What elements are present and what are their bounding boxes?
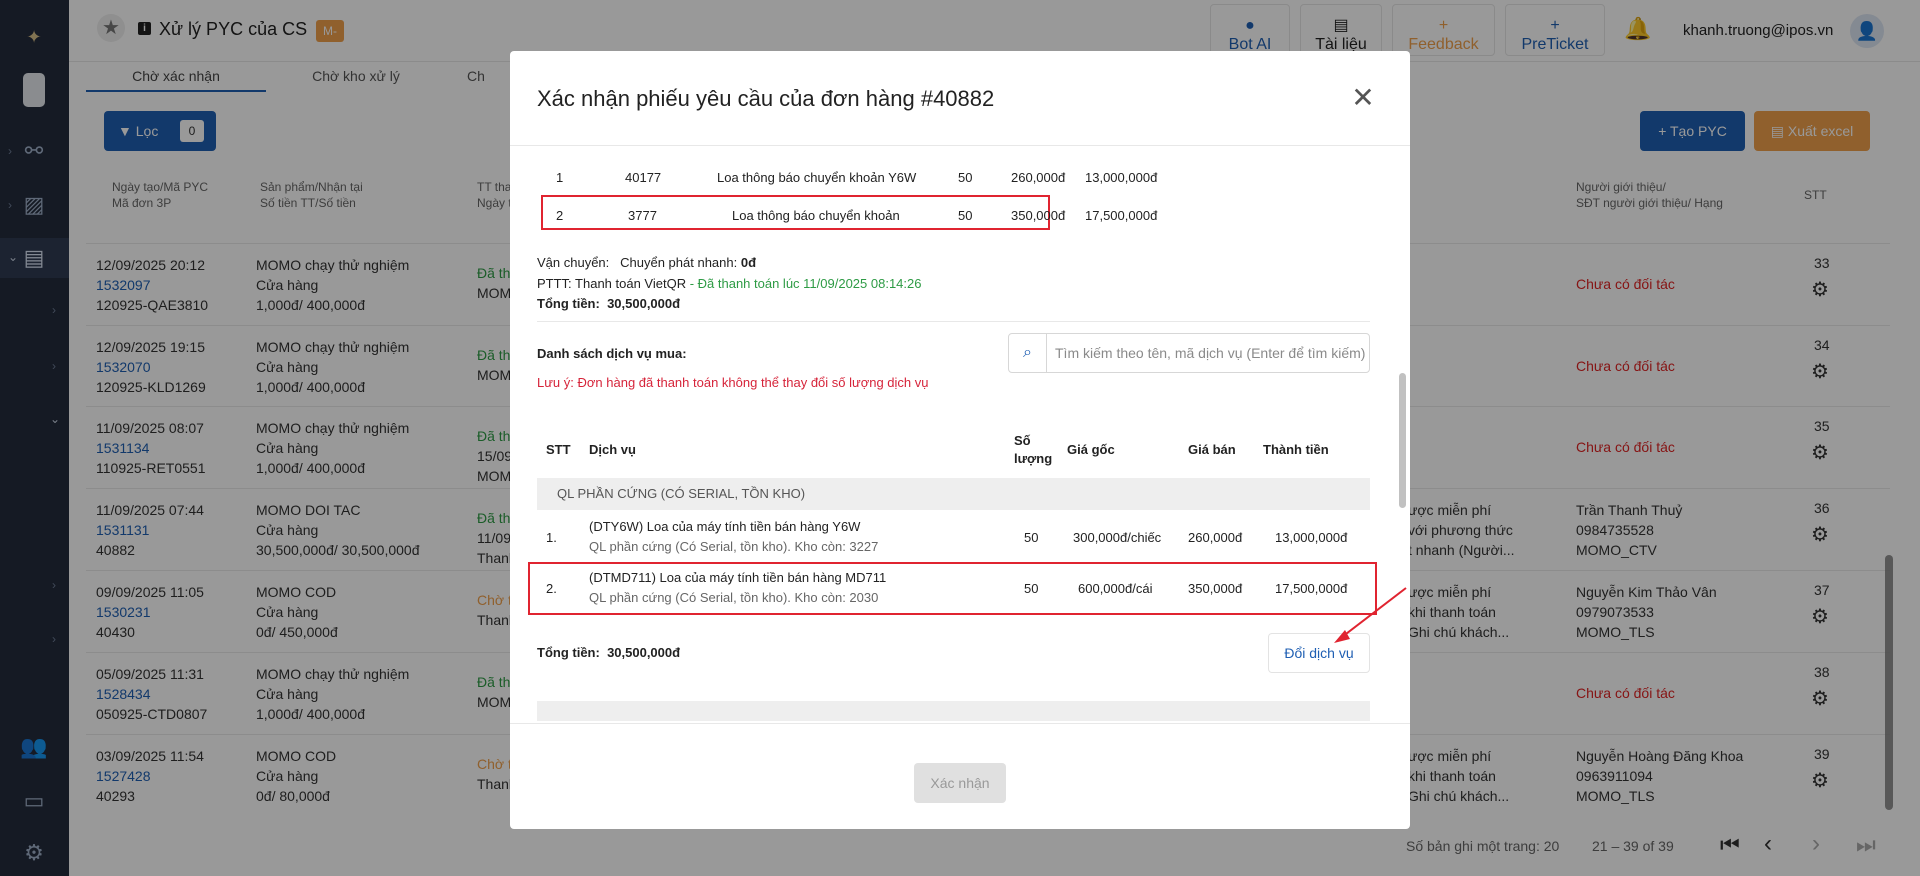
search-icon: ⌕ <box>1009 334 1047 372</box>
services-note: Lưu ý: Đơn hàng đã thanh toán không thể … <box>537 375 929 390</box>
service-search-input[interactable]: ⌕ Tìm kiếm theo tên, mã dịch vụ (Enter đ… <box>1008 333 1370 373</box>
confirm-button[interactable]: Xác nhận <box>914 763 1006 803</box>
order-row-qty: 50 <box>958 170 973 185</box>
svc-item-orig: 600,000đ/cái <box>1078 581 1153 596</box>
payment-line: PTTT: Thanh toán VietQR - Đã thanh toán … <box>537 275 921 293</box>
svc-header-qty: Số <box>1014 433 1031 448</box>
order-row-code: 40177 <box>625 170 662 185</box>
order-row-total: 13,000,000đ <box>1085 170 1158 185</box>
divider <box>510 723 1410 724</box>
svc-item-name: (DTY6W) Loa của máy tính tiền bán hàng Y… <box>589 519 861 534</box>
collapsed-section <box>537 701 1370 721</box>
svc-header-qty2: lượng <box>1014 451 1053 466</box>
svc-item-name: (DTMD711) Loa của máy tính tiền bán hàng… <box>589 570 887 585</box>
order-row-qty: 50 <box>958 208 973 223</box>
svc-header-orig: Giá gốc <box>1067 442 1115 457</box>
divider <box>537 321 1370 322</box>
svc-item-idx: 1. <box>546 530 557 545</box>
svc-item-qty: 50 <box>1024 530 1039 545</box>
shipping-fee: 0đ <box>740 255 757 270</box>
close-icon[interactable]: ✕ <box>1348 81 1378 114</box>
payment-method: PTTT: Thanh toán VietQR <box>537 276 687 291</box>
svc-item-total: 13,000,000đ <box>1275 530 1348 545</box>
svc-header-stt: STT <box>546 442 571 457</box>
services-total-value: 30,500,000đ <box>607 645 681 660</box>
payment-status: - Đã thanh toán lúc 11/09/2025 08:14:26 <box>686 276 922 291</box>
shipping-line: Vận chuyển: Chuyển phát nhanh: 0đ <box>537 254 756 272</box>
service-group-row: QL PHẦN CỨNG (CÓ SERIAL, TỒN KHO) <box>537 478 1370 510</box>
shipping-value: Chuyển phát nhanh: <box>620 255 738 270</box>
search-placeholder: Tìm kiếm theo tên, mã dịch vụ (Enter để … <box>1055 345 1366 361</box>
divider <box>510 145 1410 146</box>
order-row-idx: 1 <box>556 170 564 185</box>
svc-item-sub: QL phần cứng (Có Serial, tồn kho). Kho c… <box>589 590 879 605</box>
order-row-code: 3777 <box>628 208 657 223</box>
dialog-scrollbar[interactable] <box>1399 373 1406 508</box>
total-line: Tổng tiền: 30,500,000đ <box>537 295 680 313</box>
service-group-label: QL PHẦN CỨNG (CÓ SERIAL, TỒN KHO) <box>557 486 806 501</box>
change-service-button[interactable]: Đổi dịch vụ <box>1268 633 1370 673</box>
services-label: Danh sách dịch vụ mua: <box>537 346 687 361</box>
shipping-label: Vận chuyển: <box>537 255 610 270</box>
total-value: 30,500,000đ <box>607 296 681 311</box>
order-row-name: Loa thông báo chuyển khoản Y6W <box>717 170 917 185</box>
svc-item-sub: QL phần cứng (Có Serial, tồn kho). Kho c… <box>589 539 879 554</box>
services-total: Tổng tiền: 30,500,000đ <box>537 644 680 662</box>
order-row-name: Loa thông báo chuyển khoản <box>732 208 900 223</box>
svc-item-orig: 300,000đ/chiếc <box>1073 530 1162 545</box>
order-row-price: 260,000đ <box>1011 170 1066 185</box>
confirm-dialog: Xác nhận phiếu yêu cầu của đơn hàng #408… <box>510 51 1410 829</box>
order-row-price: 350,000đ <box>1011 208 1066 223</box>
svc-header-service: Dịch vụ <box>589 442 636 457</box>
svc-header-sale: Giá bán <box>1188 442 1236 457</box>
svc-item-sale: 350,000đ <box>1188 581 1243 596</box>
total-label: Tổng tiền: <box>537 296 600 311</box>
svc-header-total: Thành tiền <box>1263 442 1329 457</box>
order-row-total: 17,500,000đ <box>1085 208 1158 223</box>
svc-item-total: 17,500,000đ <box>1275 581 1348 596</box>
svc-item-sale: 260,000đ <box>1188 530 1243 545</box>
svc-item-idx: 2. <box>546 581 557 596</box>
svc-item-qty: 50 <box>1024 581 1039 596</box>
dialog-title: Xác nhận phiếu yêu cầu của đơn hàng #408… <box>537 86 995 111</box>
order-row-idx: 2 <box>556 208 564 223</box>
services-total-label: Tổng tiền: <box>537 645 600 660</box>
